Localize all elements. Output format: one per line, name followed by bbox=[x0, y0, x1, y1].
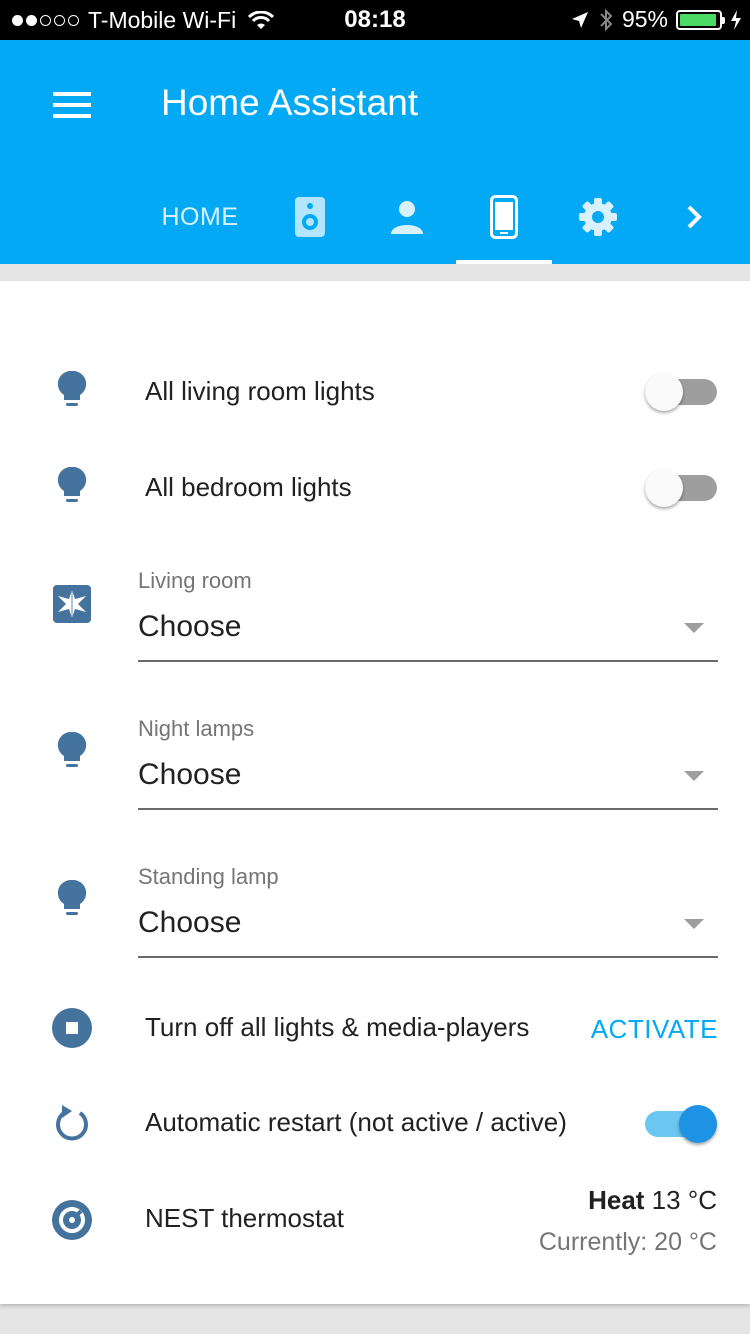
dropdown-arrow-icon bbox=[684, 623, 704, 633]
tab-settings[interactable] bbox=[558, 170, 638, 264]
restart-icon bbox=[52, 1101, 92, 1145]
tab-more[interactable] bbox=[655, 170, 735, 264]
select-value: Choose bbox=[138, 906, 242, 939]
living-room-select[interactable]: Living room Choose bbox=[138, 568, 718, 662]
app-title: Home Assistant bbox=[161, 82, 419, 123]
select-value: Choose bbox=[138, 610, 242, 643]
row-label: NEST thermostat bbox=[145, 1203, 344, 1233]
tab-person[interactable] bbox=[367, 170, 447, 264]
scene-icon bbox=[52, 582, 92, 626]
select-caption: Standing lamp bbox=[138, 864, 279, 889]
bluetooth-icon bbox=[600, 8, 613, 31]
select-value: Choose bbox=[138, 758, 242, 791]
select-caption: Living room bbox=[138, 568, 252, 593]
battery-icon bbox=[676, 9, 725, 30]
tab-home[interactable]: HOME bbox=[150, 170, 250, 264]
status-bar: T-Mobile Wi-Fi 08:18 95% bbox=[0, 0, 750, 40]
lightbulb-icon bbox=[52, 369, 92, 413]
thermostat-mode: Heat bbox=[588, 1185, 645, 1215]
automatic-restart-toggle[interactable] bbox=[645, 1105, 717, 1143]
thermostat-target: Heat 13 °C bbox=[539, 1185, 717, 1216]
view-tabs: HOME bbox=[140, 170, 750, 264]
row-label: Turn off all lights & media-players bbox=[145, 1012, 530, 1042]
select-caption: Night lamps bbox=[138, 716, 255, 741]
lightbulb-icon bbox=[52, 730, 92, 774]
activate-button[interactable]: ACTIVATE bbox=[591, 1014, 718, 1045]
thermostat-target-temp: 13 °C bbox=[651, 1185, 717, 1215]
bedroom-lights-toggle[interactable] bbox=[645, 469, 717, 507]
dropdown-arrow-icon bbox=[684, 771, 704, 781]
tab-speaker[interactable] bbox=[270, 170, 350, 264]
standing-lamp-select[interactable]: Standing lamp Choose bbox=[138, 864, 718, 958]
dropdown-arrow-icon bbox=[684, 919, 704, 929]
gear-icon bbox=[579, 198, 617, 236]
entities-card: All living room lights All bedroom light… bbox=[0, 281, 750, 1304]
row-label: All living room lights bbox=[145, 376, 375, 406]
lightbulb-icon bbox=[52, 878, 92, 922]
row-label: All bedroom lights bbox=[145, 472, 352, 502]
row-label: Automatic restart (not active / active) bbox=[145, 1107, 567, 1137]
nest-thermostat-icon bbox=[52, 1198, 92, 1242]
chevron-right-icon bbox=[687, 205, 702, 229]
thermostat-current: Currently: 20 °C bbox=[538, 1228, 717, 1256]
night-lamps-select[interactable]: Night lamps Choose bbox=[138, 716, 718, 810]
battery-percent: 95% bbox=[621, 6, 668, 32]
lightbulb-icon bbox=[52, 465, 92, 509]
app-header: Home Assistant HOME bbox=[0, 40, 750, 264]
person-icon bbox=[391, 201, 423, 234]
living-room-lights-toggle[interactable] bbox=[645, 373, 717, 411]
hamburger-menu-icon[interactable] bbox=[53, 92, 91, 118]
tab-cellphone[interactable] bbox=[456, 170, 552, 264]
status-right: 95% bbox=[570, 6, 742, 33]
charging-bolt-icon bbox=[731, 9, 741, 30]
speaker-icon bbox=[295, 197, 325, 237]
stop-circle-icon bbox=[52, 1006, 92, 1050]
location-arrow-icon bbox=[571, 11, 588, 28]
cellphone-icon bbox=[490, 195, 518, 239]
thermostat-state[interactable]: Heat 13 °C Currently: 20 °C bbox=[539, 1185, 717, 1257]
